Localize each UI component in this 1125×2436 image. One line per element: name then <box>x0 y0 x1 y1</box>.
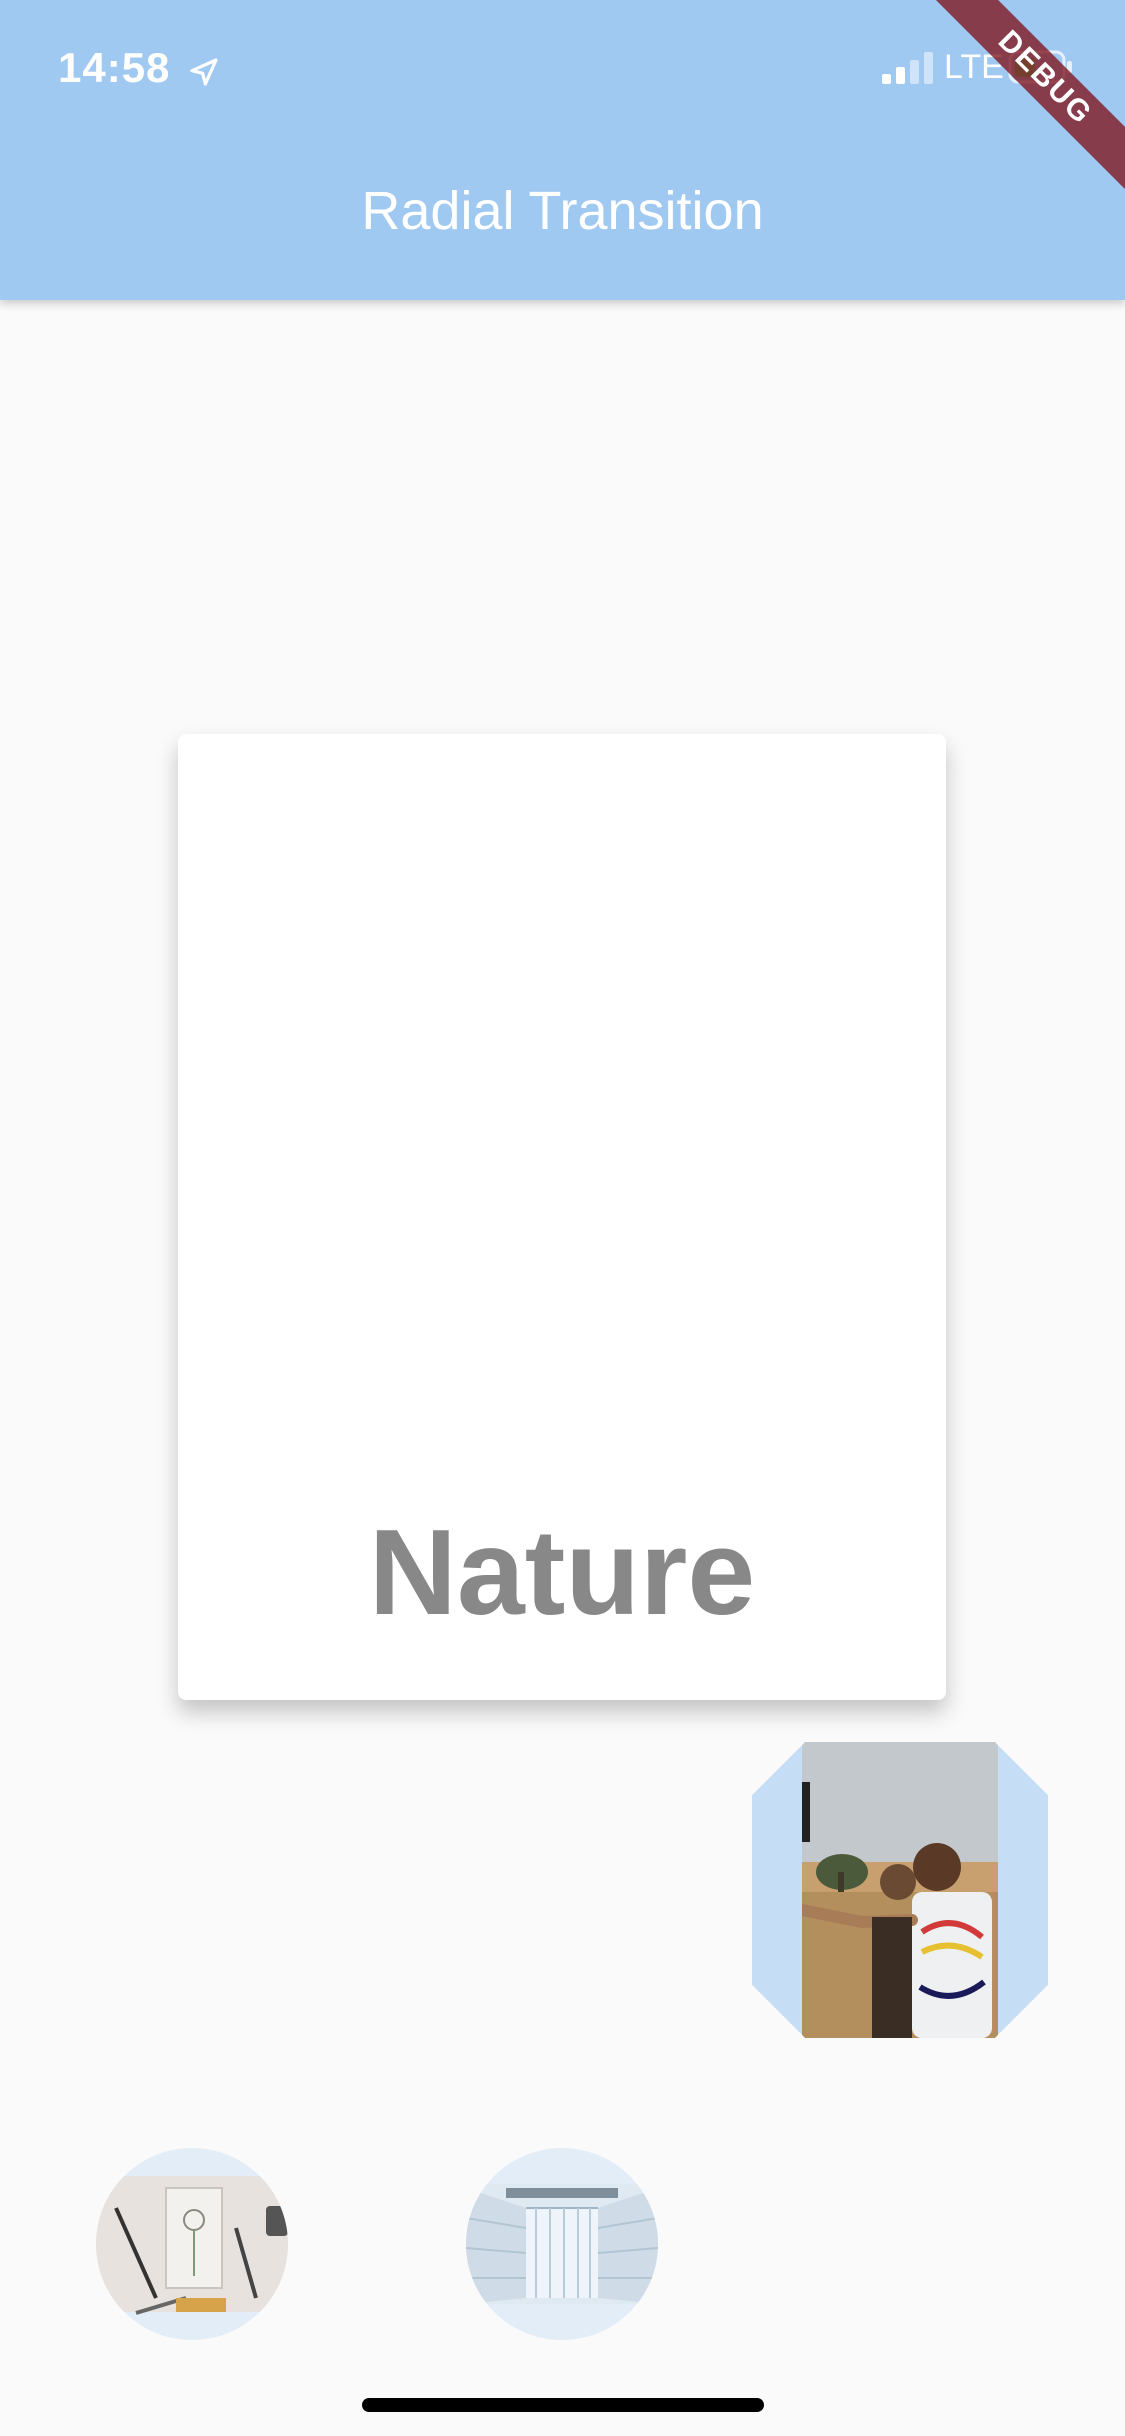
app-bar: 14:58 LTE Radial Transition DEBUG <box>0 0 1125 300</box>
thumbnail-art-supplies[interactable] <box>96 2148 288 2340</box>
art-supplies-photo <box>96 2176 288 2315</box>
status-time: 14:58 <box>58 44 171 91</box>
thumbnail-architecture[interactable] <box>466 2148 658 2340</box>
featured-photo-button[interactable] <box>752 1742 1048 2038</box>
page-title: Radial Transition <box>361 181 764 241</box>
selfie-illustration <box>796 1742 998 2038</box>
home-indicator[interactable] <box>362 2398 764 2412</box>
selfie-photo <box>796 1742 998 2038</box>
debug-banner: DEBUG <box>923 0 1125 200</box>
category-card[interactable]: Nature <box>178 734 946 1700</box>
signal-icon <box>882 52 933 84</box>
location-icon <box>190 58 218 86</box>
card-title: Nature <box>368 1504 756 1640</box>
architecture-photo <box>466 2184 658 2304</box>
